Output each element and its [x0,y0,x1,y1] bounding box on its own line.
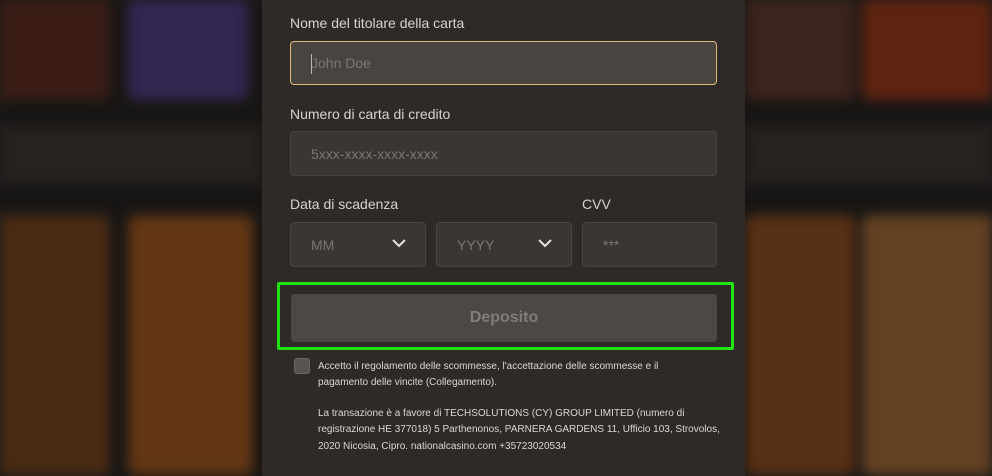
expiry-year-select[interactable]: YYYY [436,222,572,267]
card-number-placeholder: 5xxx-xxxx-xxxx-xxxx [311,145,438,162]
expiry-label: Data di scadenza [290,196,399,212]
cvv-label: CVV [582,196,611,212]
chevron-down-icon [392,239,406,248]
chevron-down-icon [538,239,552,248]
card-number-label: Numero di carta di credito [290,106,451,122]
cardholder-placeholder: John Doe [311,55,371,71]
terms-checkbox[interactable] [294,358,310,374]
cardholder-input[interactable]: John Doe [290,41,717,85]
terms-line-2[interactable]: pagamento delle vincite (Collegamento). [318,375,497,391]
cardholder-label: Nome del titolare della carta [290,15,465,31]
card-number-input[interactable]: 5xxx-xxxx-xxxx-xxxx [290,131,717,176]
legal-line-1: La transazione è a favore di TECHSOLUTIO… [318,408,685,419]
highlight-box [277,282,734,350]
terms-line-1: Accetto il regolamento delle scommesse, … [318,361,659,372]
expiry-month-value: MM [311,236,335,253]
text-caret [311,54,312,74]
legal-line-3: 2020 Nicosia, Cipro. nationalcasino.com … [318,441,567,452]
cvv-placeholder: *** [603,236,620,253]
cvv-input[interactable]: *** [582,222,717,267]
expiry-year-value: YYYY [457,236,495,253]
expiry-month-select[interactable]: MM [290,222,426,267]
legal-line-2: registrazione HE 377018) 5 Parthenonos, … [318,424,720,435]
